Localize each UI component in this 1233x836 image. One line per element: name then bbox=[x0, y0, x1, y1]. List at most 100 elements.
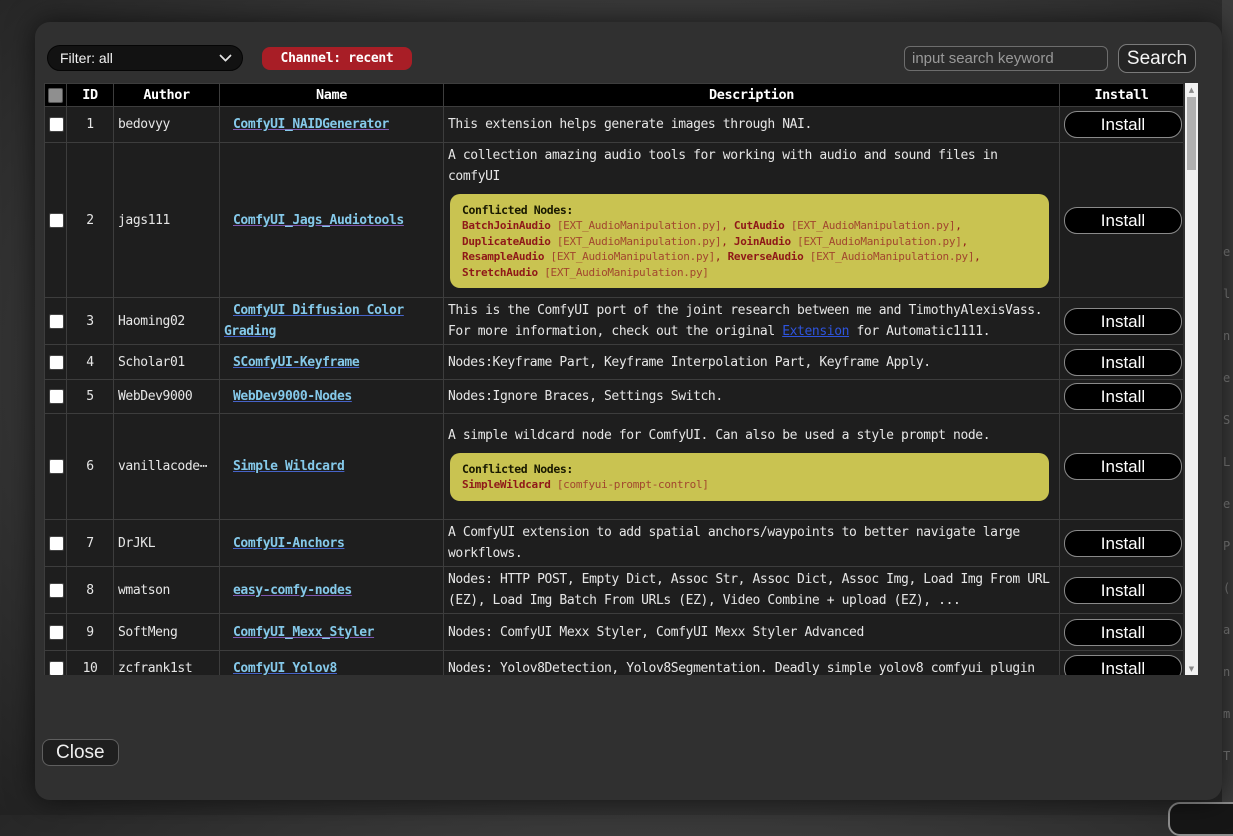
conflict-node-source: [EXT_AudioManipulation.py] bbox=[551, 250, 715, 263]
cell-id: 8 bbox=[67, 567, 114, 614]
cell-author: wmatson bbox=[114, 567, 220, 614]
cell-name: Simple Wildcard bbox=[220, 414, 444, 520]
close-button[interactable]: Close bbox=[42, 739, 119, 766]
cell-author: zcfrank1st bbox=[114, 651, 220, 676]
toolbar: Filter: all Channel: recent Search bbox=[47, 43, 1196, 73]
cell-author: vanillacode⋯ bbox=[114, 414, 220, 520]
background-partial-button bbox=[1168, 802, 1233, 836]
extension-name-link[interactable]: ComfyUI Yolov8 bbox=[233, 661, 337, 675]
channel-badge[interactable]: Channel: recent bbox=[262, 47, 412, 70]
row-checkbox[interactable] bbox=[49, 213, 64, 228]
conflict-title: Conflicted Nodes: bbox=[462, 461, 1037, 477]
table-row: 1bedovyyComfyUI_NAIDGeneratorThis extens… bbox=[45, 107, 1184, 143]
extensions-table: ID Author Name Description Install 1bedo… bbox=[44, 83, 1183, 675]
cell-author: Scholar01 bbox=[114, 345, 220, 380]
install-button[interactable]: Install bbox=[1064, 530, 1182, 557]
row-checkbox[interactable] bbox=[49, 625, 64, 640]
install-button[interactable]: Install bbox=[1064, 577, 1182, 604]
scroll-down-icon[interactable]: ▼ bbox=[1185, 662, 1198, 675]
cell-author: jags111 bbox=[114, 143, 220, 298]
row-checkbox[interactable] bbox=[49, 661, 64, 675]
table-header-row: ID Author Name Description Install bbox=[45, 84, 1184, 107]
cell-name: ComfyUI_Mexx_Styler bbox=[220, 614, 444, 651]
conflict-node-source: [EXT_AudioManipulation.py] bbox=[557, 235, 721, 248]
row-checkbox[interactable] bbox=[49, 459, 64, 474]
custom-node-manager-dialog: Filter: all Channel: recent Search ID Au… bbox=[35, 22, 1222, 800]
row-checkbox[interactable] bbox=[49, 536, 64, 551]
conflict-node-name: SimpleWildcard bbox=[462, 478, 551, 491]
conflict-node-name: DuplicateAudio bbox=[462, 235, 551, 248]
conflict-node-source: [comfyui-prompt-control] bbox=[557, 478, 709, 491]
scrollbar-thumb[interactable] bbox=[1187, 97, 1196, 170]
occluded-text-fragment: a bbox=[1223, 623, 1230, 637]
cell-id: 1 bbox=[67, 107, 114, 143]
background-occluded-ui: elneSLeP(anmT bbox=[1222, 0, 1233, 815]
row-checkbox[interactable] bbox=[49, 355, 64, 370]
install-button[interactable]: Install bbox=[1064, 111, 1182, 138]
install-button[interactable]: Install bbox=[1064, 453, 1182, 480]
extension-name-link[interactable]: WebDev9000-Nodes bbox=[233, 389, 352, 404]
table-row: 7DrJKLComfyUI-AnchorsA ComfyUI extension… bbox=[45, 520, 1184, 567]
cell-description: Nodes: HTTP POST, Empty Dict, Assoc Str,… bbox=[444, 567, 1060, 614]
extension-name-link[interactable]: ComfyUI Diffusion Color Grading bbox=[224, 303, 404, 339]
install-button[interactable]: Install bbox=[1064, 349, 1182, 376]
cell-id: 4 bbox=[67, 345, 114, 380]
table-row: 8wmatson easy-comfy-nodes Nodes: HTTP POST… bbox=[45, 567, 1184, 614]
table-row: 5WebDev9000WebDev9000-NodesNodes:Ignore … bbox=[45, 380, 1184, 414]
conflict-node-name: ReverseAudio bbox=[728, 250, 804, 263]
install-button[interactable]: Install bbox=[1064, 619, 1182, 646]
row-checkbox[interactable] bbox=[49, 389, 64, 404]
cell-description: Nodes:Keyframe Part, Keyframe Interpolat… bbox=[444, 345, 1060, 380]
description-text: This extension helps generate images thr… bbox=[448, 114, 1055, 135]
conflict-warning-box: Conflicted Nodes:BatchJoinAudio [EXT_Aud… bbox=[450, 194, 1049, 288]
description-text: This is the ComfyUI port of the joint re… bbox=[448, 300, 1055, 342]
install-button[interactable]: Install bbox=[1064, 207, 1182, 234]
cell-description: A collection amazing audio tools for wor… bbox=[444, 143, 1060, 298]
header-author: Author bbox=[114, 84, 220, 107]
install-button[interactable]: Install bbox=[1064, 655, 1182, 675]
occluded-text-fragment: n bbox=[1223, 665, 1230, 679]
install-button[interactable]: Install bbox=[1064, 383, 1182, 410]
extension-name-link[interactable]: ComfyUI-Anchors bbox=[233, 536, 344, 551]
filter-select[interactable]: Filter: all bbox=[47, 45, 243, 71]
table-row: 4Scholar01 SComfyUI-Keyframe Nodes:Keyfram… bbox=[45, 345, 1184, 380]
extension-name-link[interactable]: easy-comfy-nodes bbox=[233, 583, 352, 598]
filter-select-label: Filter: all bbox=[60, 50, 113, 66]
search-button[interactable]: Search bbox=[1118, 44, 1196, 73]
chevron-down-icon bbox=[219, 49, 232, 62]
occluded-text-fragment: ( bbox=[1223, 581, 1230, 595]
install-button[interactable]: Install bbox=[1064, 308, 1182, 335]
extension-name-link[interactable]: ComfyUI_NAIDGenerator bbox=[233, 117, 389, 132]
cell-name: ComfyUI-Anchors bbox=[220, 520, 444, 567]
cell-id: 10 bbox=[67, 651, 114, 676]
select-all-checkbox[interactable] bbox=[48, 88, 63, 103]
search-input[interactable] bbox=[904, 46, 1108, 71]
extension-name-link[interactable]: Simple Wildcard bbox=[233, 459, 344, 474]
conflict-items: BatchJoinAudio [EXT_AudioManipulation.py… bbox=[462, 218, 1037, 280]
conflict-node-source: [EXT_AudioManipulation.py] bbox=[810, 250, 974, 263]
cell-author: DrJKL bbox=[114, 520, 220, 567]
conflict-node-name: ResampleAudio bbox=[462, 250, 544, 263]
row-checkbox[interactable] bbox=[49, 117, 64, 132]
cell-name: ComfyUI_Jags_Audiotools bbox=[220, 143, 444, 298]
cell-author: SoftMeng bbox=[114, 614, 220, 651]
occluded-text-fragment: n bbox=[1223, 329, 1230, 343]
extensions-table-zone: ID Author Name Description Install 1bedo… bbox=[44, 83, 1198, 675]
row-checkbox[interactable] bbox=[49, 314, 64, 329]
extension-name-link[interactable]: ComfyUI_Jags_Audiotools bbox=[233, 213, 404, 228]
scroll-up-icon[interactable]: ▲ bbox=[1185, 83, 1198, 96]
occluded-text-fragment: T bbox=[1223, 749, 1230, 763]
table-scrollbar[interactable]: ▲ ▼ bbox=[1185, 83, 1198, 675]
description-link[interactable]: Extension bbox=[782, 324, 849, 339]
extension-name-link[interactable]: ComfyUI_Mexx_Styler bbox=[233, 625, 374, 640]
cell-description: Nodes:Ignore Braces, Settings Switch. bbox=[444, 380, 1060, 414]
table-row: 2jags111ComfyUI_Jags_AudiotoolsA collect… bbox=[45, 143, 1184, 298]
table-row: 9SoftMengComfyUI_Mexx_StylerNodes: Comfy… bbox=[45, 614, 1184, 651]
description-text: Nodes:Ignore Braces, Settings Switch. bbox=[448, 386, 1055, 407]
cell-name: ComfyUI_NAIDGenerator bbox=[220, 107, 444, 143]
occluded-text-fragment: m bbox=[1223, 707, 1230, 721]
row-checkbox[interactable] bbox=[49, 583, 64, 598]
extension-name-link[interactable]: SComfyUI-Keyframe bbox=[233, 355, 359, 370]
cell-id: 6 bbox=[67, 414, 114, 520]
conflict-node-name: CutAudio bbox=[734, 219, 785, 232]
